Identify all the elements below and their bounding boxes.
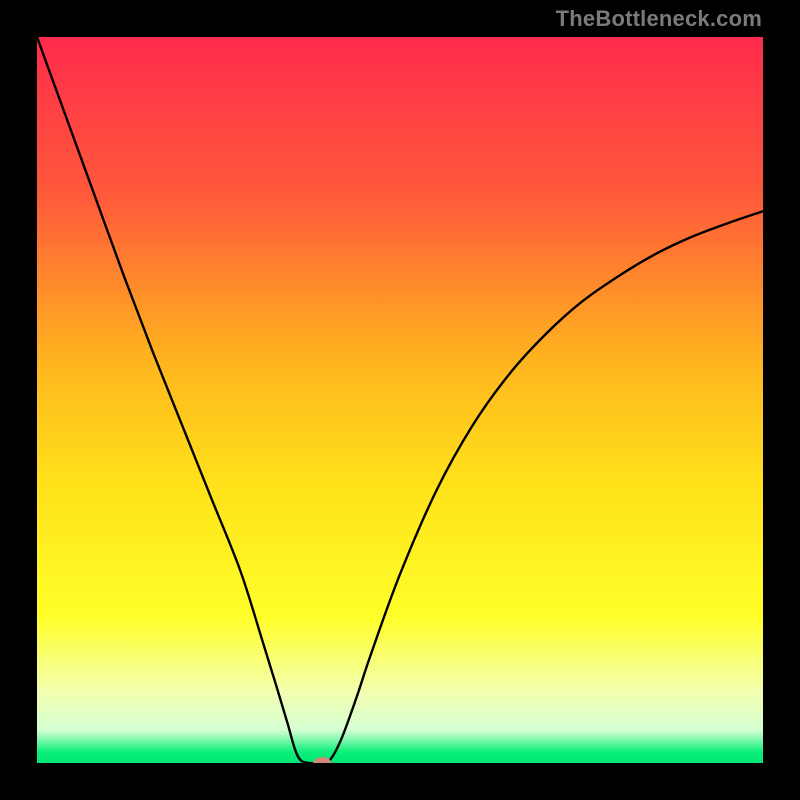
plot-area	[37, 37, 763, 763]
bottleneck-chart	[37, 37, 763, 763]
chart-frame: TheBottleneck.com	[0, 0, 800, 800]
watermark-text: TheBottleneck.com	[556, 6, 762, 32]
gradient-background	[37, 37, 763, 763]
